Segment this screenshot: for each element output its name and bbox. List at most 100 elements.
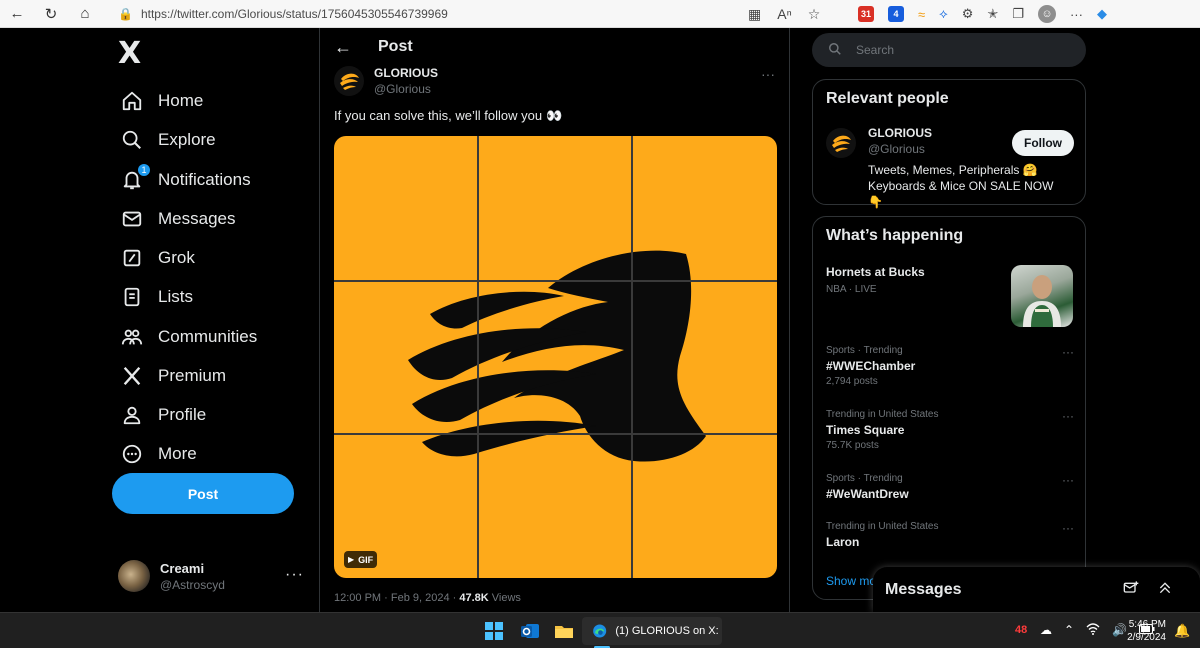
trend-item[interactable]: Trending in United States Times Square 7… <box>826 409 1076 451</box>
new-message-icon[interactable] <box>1123 580 1139 599</box>
person-icon <box>120 403 144 427</box>
extensions-puzzle-icon[interactable]: ⚙ <box>962 6 974 22</box>
trend-thumbnail <box>1011 265 1073 327</box>
nav-item-home[interactable]: Home <box>120 83 203 119</box>
nav-item-notifications[interactable]: 1 Notifications <box>120 162 251 198</box>
eyes-emoji: 👀 <box>546 108 563 123</box>
trend-name: #WeWantDrew <box>826 487 909 501</box>
calendar-extension-icon[interactable]: 31 <box>858 6 874 22</box>
bitwarden-extension-icon[interactable]: 4 <box>888 6 904 22</box>
card-title: What’s happening <box>826 227 964 244</box>
trend-meta: Trending in United States <box>826 521 939 532</box>
nav-item-grok[interactable]: Grok <box>120 240 195 276</box>
system-clock[interactable]: 5:46 PM 2/9/2024 <box>1124 618 1166 644</box>
collections-icon[interactable]: ❐ <box>1012 6 1024 22</box>
messages-drawer[interactable]: Messages <box>873 567 1200 612</box>
more-dots-icon[interactable]: ··· <box>1062 345 1074 359</box>
file-explorer-icon[interactable] <box>554 621 574 641</box>
taskbar-app-label: (1) GLORIOUS on X: "If y <box>615 625 722 637</box>
more-dots-icon[interactable]: ··· <box>1062 473 1074 487</box>
trend-name: #WWEChamber <box>826 359 916 373</box>
more-dots-icon[interactable]: ··· <box>285 566 304 584</box>
nav-label: Explore <box>158 130 216 149</box>
search-placeholder: Search <box>856 43 895 57</box>
cloud-icon[interactable]: ☁ <box>1040 623 1052 638</box>
notification-center-icon[interactable]: 🔔 <box>1174 623 1190 639</box>
address-bar[interactable]: 🔒 https://twitter.com/Glorious/status/17… <box>118 3 838 25</box>
glorious-logo-icon <box>826 128 856 158</box>
nav-item-communities[interactable]: Communities <box>120 319 257 355</box>
bio-line: Tweets, Memes, Peripherals 🤗 <box>868 163 1038 177</box>
expand-chevron-icon[interactable] <box>1157 580 1173 599</box>
refresh-icon[interactable]: ↻ <box>34 0 68 28</box>
follow-button[interactable]: Follow <box>1012 130 1074 156</box>
trend-item[interactable]: Sports · Trending #WWEChamber 2,794 post… <box>826 345 1076 387</box>
trend-name: Times Square <box>826 423 905 437</box>
gif-label: GIF <box>358 554 374 565</box>
outlook-icon[interactable] <box>520 621 540 641</box>
glorious-puzzle-image <box>334 136 777 578</box>
lock-icon: 🔒 <box>118 7 133 21</box>
post-body: If you can solve this, we’ll follow you <box>334 108 543 123</box>
back-arrow-icon[interactable]: ← <box>334 37 352 58</box>
post-author[interactable]: GLORIOUS @Glorious <box>334 66 438 96</box>
nav-label: Premium <box>158 366 227 385</box>
more-circle-icon <box>120 442 144 466</box>
nav-item-profile[interactable]: Profile <box>120 397 206 433</box>
tray-badge[interactable]: 48 <box>1015 624 1027 636</box>
post-media-gif[interactable]: ▶ GIF <box>334 136 777 578</box>
nav-item-messages[interactable]: Messages <box>120 201 235 237</box>
author-handle: @Glorious <box>374 82 431 96</box>
menu-dots-icon[interactable]: ··· <box>1070 7 1083 22</box>
more-dots-icon[interactable]: ··· <box>1062 409 1074 423</box>
search-input[interactable]: Search <box>812 33 1086 67</box>
x-logo-icon[interactable]: X <box>118 36 141 71</box>
favorite-star-icon[interactable]: ☆ <box>808 6 821 23</box>
bell-icon: 1 <box>120 164 150 192</box>
rss-icon[interactable]: ≈ <box>918 7 925 22</box>
trend-item[interactable]: Hornets at Bucks NBA · LIVE <box>826 265 1076 329</box>
nav-item-explore[interactable]: Explore <box>120 122 216 158</box>
clock-date: 2/9/2024 <box>1127 632 1166 643</box>
gif-badge[interactable]: ▶ GIF <box>344 551 378 568</box>
apps-icon[interactable]: ▦ <box>748 6 761 23</box>
play-icon: ▶ <box>348 555 355 564</box>
x-icon <box>120 364 144 388</box>
post-button[interactable]: Post <box>112 473 294 514</box>
trend-item[interactable]: Trending in United States Laron ··· <box>826 521 1076 549</box>
favorites-icon[interactable]: ✭ <box>987 6 998 22</box>
messages-title: Messages <box>885 581 962 598</box>
wifi-icon[interactable] <box>1086 623 1100 638</box>
windows-start-icon[interactable] <box>484 621 504 641</box>
relevant-people-card: Relevant people GLORIOUS @Glorious Tweet… <box>812 79 1086 209</box>
nav-item-more[interactable]: More <box>120 436 197 472</box>
nav-item-lists[interactable]: Lists <box>120 279 193 315</box>
trend-item[interactable]: Sports · Trending #WeWantDrew ··· <box>826 473 1076 501</box>
nav-label: Profile <box>158 405 207 424</box>
list-icon <box>120 285 144 309</box>
views-label: Views <box>491 592 521 604</box>
account-switcher[interactable]: Creami @Astroscyd ··· <box>118 556 308 596</box>
more-dots-icon[interactable]: ··· <box>761 66 775 82</box>
search-icon <box>828 42 842 59</box>
read-aloud-icon[interactable]: Aⁿ <box>777 6 791 22</box>
main-column: ← Post GLORIOUS @Glorious ··· If you can… <box>319 28 790 612</box>
chevron-up-icon[interactable]: ⌃ <box>1064 623 1074 638</box>
profile-avatar-icon[interactable]: ☺ <box>1037 5 1056 23</box>
nav-label: Communities <box>158 327 258 346</box>
copilot-icon[interactable]: ◆ <box>1097 6 1107 22</box>
account-name: Creami <box>160 560 205 576</box>
notification-badge: 1 <box>138 164 150 176</box>
glorious-logo-icon <box>334 66 364 96</box>
home-icon[interactable]: ⌂ <box>68 0 102 28</box>
nav-label: Lists <box>158 287 193 306</box>
trend-meta: Trending in United States <box>826 409 939 420</box>
sound-icon[interactable]: ⟡ <box>939 6 948 22</box>
edge-taskbar-app[interactable]: (1) GLORIOUS on X: "If y <box>582 617 722 645</box>
nav-item-premium[interactable]: Premium <box>120 358 226 394</box>
left-sidebar: X Home Explore 1 Notifications Messages … <box>108 28 318 612</box>
card-title: Relevant people <box>826 90 949 107</box>
back-arrow-icon[interactable]: ← <box>0 0 34 28</box>
windows-taskbar: (1) GLORIOUS on X: "If y 48 ☁ ⌃ 🔊 5:46 P… <box>0 612 1200 648</box>
more-dots-icon[interactable]: ··· <box>1062 521 1074 535</box>
